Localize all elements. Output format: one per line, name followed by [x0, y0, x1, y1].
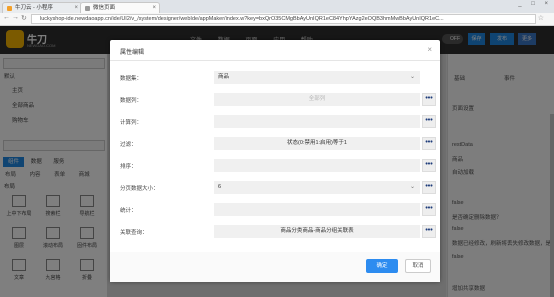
url-field[interactable]: luckyshop-ide.newdaoapp.cn/ide/UI2/v_/sy… — [31, 14, 536, 24]
tab-close-icon[interactable]: × — [152, 3, 156, 13]
browser-tab[interactable]: 牛刀云 - 小程序 × — [2, 2, 82, 13]
join-field[interactable]: 商品分类商品-商品分组关联表 — [214, 225, 420, 238]
computed-more-button[interactable]: ••• — [422, 115, 436, 128]
field-label-filter: 过滤： — [120, 142, 137, 148]
page-size-select[interactable]: 6 ⌄ — [214, 181, 420, 194]
divider — [110, 60, 440, 61]
filter-more-button[interactable]: ••• — [422, 137, 436, 150]
dialog-title: 属性编辑 — [120, 50, 145, 56]
cancel-button[interactable]: 取消 — [405, 259, 431, 273]
favicon-icon — [7, 6, 12, 11]
forward-icon[interactable]: → — [12, 14, 19, 21]
stats-more-button[interactable]: ••• — [422, 203, 436, 216]
tab-close-icon[interactable]: × — [74, 3, 78, 13]
field-label-stats: 统计： — [120, 208, 137, 214]
page-size-more-button[interactable]: ••• — [422, 181, 436, 194]
field-label-join: 关联查询： — [120, 230, 148, 236]
property-edit-dialog: 属性编辑 × 数据集： 商品 ⌄ 数据列： 全部列 ••• 计算列： ••• 过… — [110, 40, 440, 282]
stats-field[interactable] — [214, 203, 420, 216]
browser-tab-bar: 牛刀云 - 小程序 × 微信页面 × _ □ × — [0, 0, 554, 13]
sort-field[interactable] — [214, 159, 420, 172]
browser-tab-active[interactable]: 微信页面 × — [80, 2, 160, 13]
join-more-button[interactable]: ••• — [422, 225, 436, 238]
back-icon[interactable]: ← — [3, 14, 10, 21]
window-controls[interactable]: _ □ × — [518, 1, 552, 7]
dataset-select[interactable]: 商品 ⌄ — [214, 71, 420, 84]
field-label-columns: 数据列： — [120, 98, 143, 104]
field-label-page-size: 分页数据大小： — [120, 186, 159, 192]
columns-more-button[interactable]: ••• — [422, 93, 436, 106]
page-size-value: 6 — [218, 184, 222, 190]
field-label-sort: 排序： — [120, 164, 137, 170]
close-icon[interactable]: × — [427, 45, 432, 54]
browser-tab-label: 牛刀云 - 小程序 — [15, 5, 53, 11]
browser-tab-label: 微信页面 — [93, 5, 116, 11]
dataset-value: 商品 — [218, 74, 230, 80]
sort-more-button[interactable]: ••• — [422, 159, 436, 172]
chevron-down-icon: ⌄ — [409, 184, 415, 190]
bookmark-star-icon[interactable]: ☆ — [538, 14, 544, 22]
address-bar: ← → ↻ luckyshop-ide.newdaoapp.cn/ide/UI2… — [0, 13, 554, 26]
field-label-dataset: 数据集： — [120, 76, 143, 82]
reload-icon[interactable]: ↻ — [21, 14, 27, 22]
computed-field[interactable] — [214, 115, 420, 128]
page-icon — [85, 6, 90, 11]
filter-field[interactable]: 状态(0:禁用1:启用)等于1 — [214, 137, 420, 150]
field-label-computed: 计算列： — [120, 120, 143, 126]
confirm-button[interactable]: 确定 — [366, 259, 398, 273]
columns-field[interactable]: 全部列 — [214, 93, 420, 106]
chevron-down-icon: ⌄ — [409, 74, 415, 80]
